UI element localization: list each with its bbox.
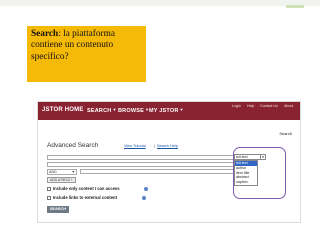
search-term-input-3[interactable] [80, 169, 235, 174]
nav-browse[interactable]: BROWSE▼ [118, 107, 149, 114]
checkbox[interactable] [47, 186, 51, 191]
callout-text: Search: la piattaforma contiene un conte… [31, 29, 142, 63]
help-icon[interactable] [144, 187, 148, 191]
checkbox[interactable] [47, 195, 51, 200]
view-tutorial-link[interactable]: View Tutorial [124, 144, 146, 148]
link-separator: | [154, 144, 155, 148]
callout-box: Search: la piattaforma contiene un conte… [27, 26, 146, 82]
search-button[interactable]: SEARCH [47, 206, 70, 213]
access-checkbox-row[interactable]: Include only content I can access [47, 186, 120, 191]
search-term-input-1[interactable] [47, 155, 235, 160]
search-link[interactable]: Search [279, 131, 292, 136]
boolean-operator-value: AND [49, 170, 57, 174]
jstor-brand-home[interactable]: JSTOR HOME [42, 107, 84, 113]
nav-my-jstor-label: MY JSTOR [149, 108, 179, 114]
nav-search[interactable]: SEARCH▼ [87, 107, 117, 114]
nav-search-label: SEARCH [87, 108, 112, 114]
help-icon[interactable] [142, 196, 146, 200]
add-field-button[interactable]: ADD A FIELD + [47, 177, 76, 183]
boolean-operator-select[interactable]: AND ▼ [47, 169, 77, 175]
top-link-login[interactable]: Login [232, 104, 241, 108]
search-term-input-2[interactable] [47, 162, 235, 167]
highlight-ring [233, 147, 286, 199]
top-link-help[interactable]: Help [247, 104, 254, 108]
top-link-about[interactable]: About [284, 104, 293, 108]
slide-top-strip [0, 0, 320, 6]
external-checkbox-label: Include links to external content [53, 195, 117, 200]
nav-my-jstor[interactable]: MY JSTOR▼ [149, 107, 184, 114]
chevron-down-icon: ▼ [112, 107, 117, 112]
nav-browse-label: BROWSE [118, 108, 144, 114]
chevron-down-icon: ▼ [71, 170, 75, 174]
chevron-down-icon: ▼ [179, 107, 184, 112]
top-link-contact[interactable]: Contact Us [260, 104, 278, 108]
slide-decoration [286, 5, 304, 8]
callout-bold-word: Search [31, 29, 59, 39]
search-help-link[interactable]: Search Help [157, 144, 178, 148]
access-checkbox-label: Include only content I can access [53, 186, 120, 191]
external-checkbox-row[interactable]: Include links to external content [47, 195, 117, 200]
page-title: Advanced Search [47, 142, 99, 149]
